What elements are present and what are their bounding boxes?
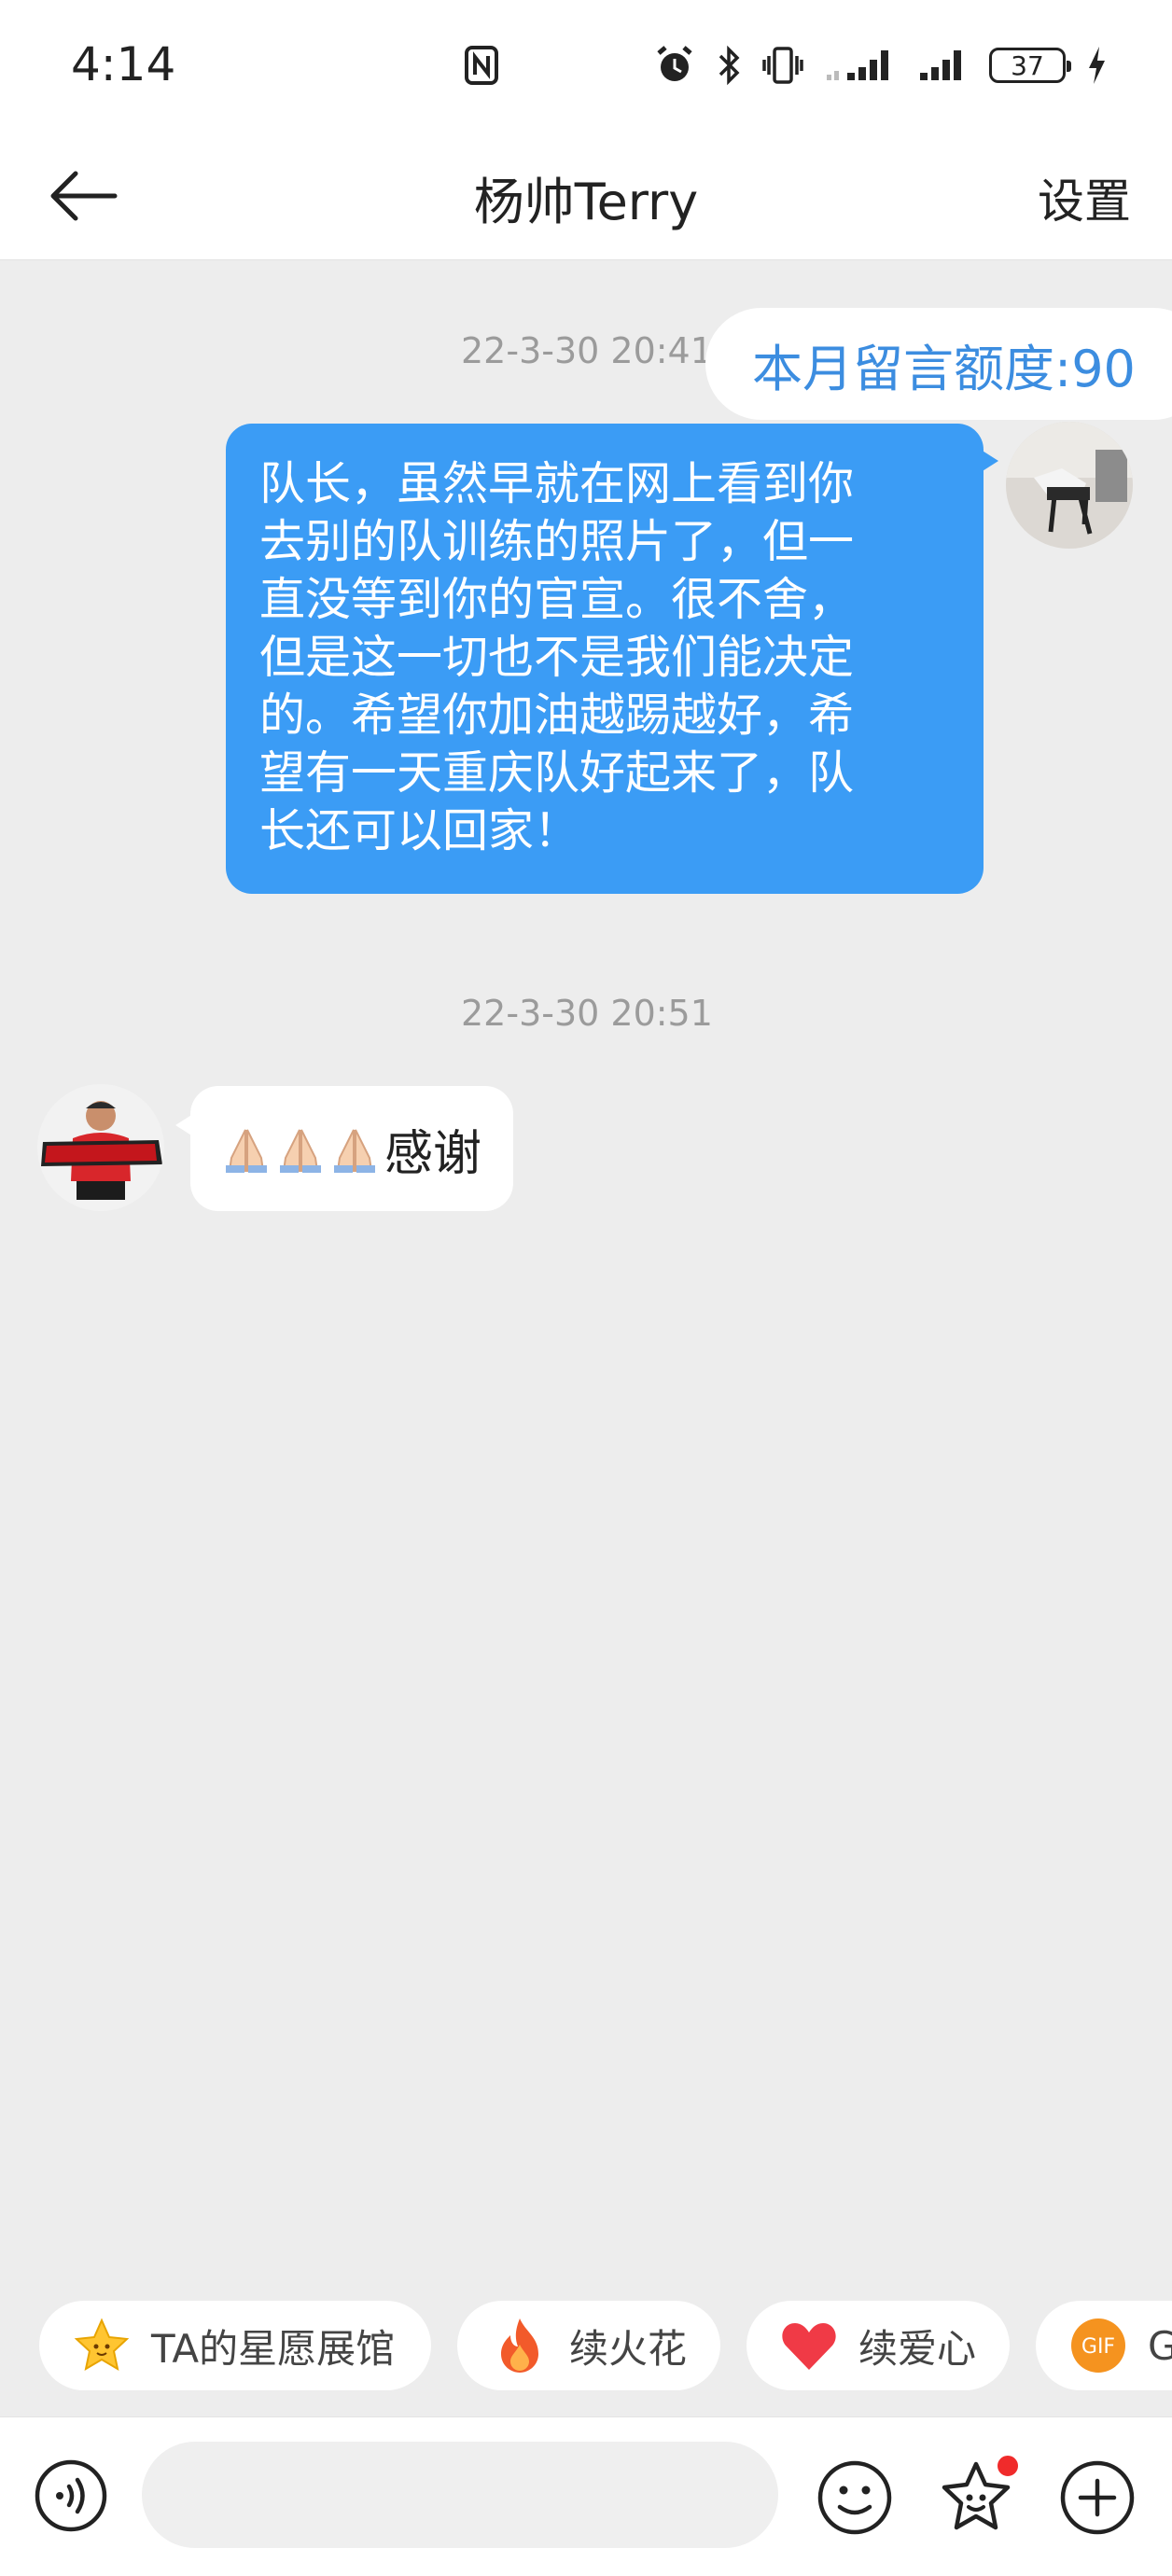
fire-icon (491, 2317, 549, 2374)
more-options-button[interactable] (1058, 2458, 1137, 2537)
sent-message-bubble[interactable]: 队长，虽然早就在网上看到你 去别的队训练的照片了，但一 直没等到你的官宣。很不舍… (226, 424, 998, 894)
contact-avatar[interactable] (37, 1084, 164, 1211)
chip-label: G (1148, 2322, 1172, 2369)
message-timestamp: 22-3-30 20:41 (461, 330, 713, 371)
chat-header: 杨帅Terry 设置 (0, 131, 1172, 260)
battery-indicator: 37 (989, 48, 1071, 83)
chip-continue-spark[interactable]: 续火花 (457, 2301, 720, 2390)
chip-label: 续爱心 (858, 2325, 977, 2372)
plus-circle-icon (1060, 2460, 1135, 2535)
bluetooth-icon (717, 45, 741, 86)
my-avatar[interactable] (1006, 422, 1133, 549)
status-icons: 37 (463, 37, 1107, 93)
alarm-icon (653, 44, 696, 87)
message-quota-badge[interactable]: 本月留言额度:90 (705, 308, 1172, 420)
signal-icon-sim2 (916, 47, 969, 84)
message-timestamp: 22-3-30 20:51 (461, 993, 713, 1034)
sticker-button[interactable] (937, 2453, 1021, 2537)
charging-icon (1086, 45, 1107, 86)
signal-icon-sim1 (825, 47, 896, 84)
page-title: 杨帅Terry (473, 173, 699, 231)
chip-label: TA的星愿展馆 (151, 2325, 396, 2372)
settings-button[interactable]: 设置 (1038, 164, 1131, 231)
message-input-bar (0, 2416, 1172, 2576)
received-message-text: 感谢 (384, 1125, 482, 1182)
gif-icon: GIF (1069, 2317, 1127, 2374)
message-text-input[interactable] (142, 2442, 778, 2548)
quick-action-bar: TA的星愿展馆 续火花 续爱心 GIF G (39, 2301, 1172, 2390)
emoji-button[interactable] (816, 2458, 894, 2537)
voice-input-button[interactable] (34, 2458, 108, 2533)
star-icon (73, 2317, 131, 2374)
vibrate-icon (761, 45, 804, 86)
voice-icon (35, 2459, 107, 2532)
received-message-bubble[interactable]: 感谢 (175, 1086, 513, 1211)
heart-icon (780, 2317, 838, 2374)
folded-hands-icon (220, 1122, 381, 1175)
chip-continue-heart[interactable]: 续爱心 (746, 2301, 1010, 2390)
chip-gif[interactable]: GIF G (1036, 2301, 1172, 2390)
gif-badge-text: GIF (1081, 2335, 1115, 2359)
status-bar: 4:14 37 (0, 0, 1172, 131)
chip-star-wish-gallery[interactable]: TA的星愿展馆 (39, 2301, 431, 2390)
notification-dot (995, 2453, 1021, 2479)
chip-label: 续火花 (568, 2325, 687, 2372)
status-time: 4:14 (71, 37, 176, 91)
nfc-icon (463, 45, 500, 86)
smiley-icon (817, 2460, 892, 2535)
